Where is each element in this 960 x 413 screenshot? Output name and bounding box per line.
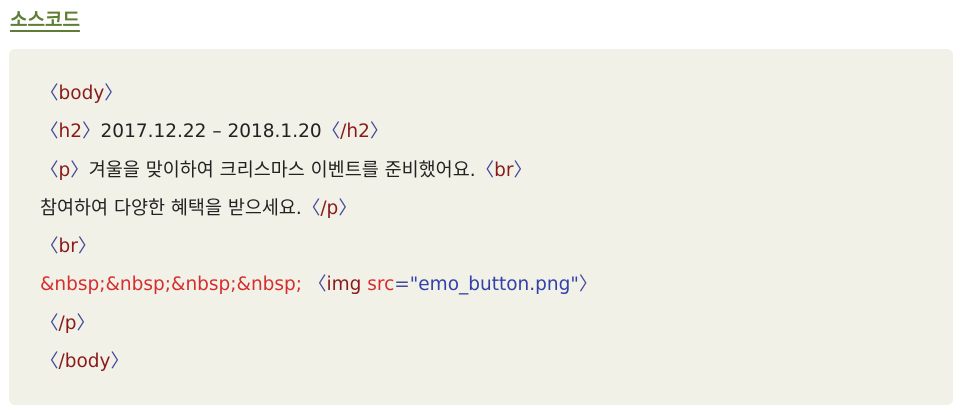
angle-open: 〈 xyxy=(40,159,59,181)
code-text: 겨울을 맞이하여 크리스마스 이벤트를 준비했어요. xyxy=(88,159,476,181)
angle-open: 〈 xyxy=(40,351,59,373)
tag-name: p xyxy=(58,159,71,181)
section-heading: 소스코드 xyxy=(10,9,80,31)
tag-name: /p xyxy=(320,197,339,219)
tag-name: br xyxy=(494,159,514,181)
code-block: 〈body〉 〈h2〉2017.12.22 – 2018.1.20〈/h2〉 〈… xyxy=(9,49,953,405)
attribute-value: "emo_button.png" xyxy=(409,274,579,296)
code-line-6: &nbsp;&nbsp;&nbsp;&nbsp; 〈img src="emo_b… xyxy=(40,266,953,304)
angle-close: 〉 xyxy=(104,83,123,104)
attribute-name: src xyxy=(367,274,395,296)
code-line-3: 〈p〉겨울을 맞이하여 크리스마스 이벤트를 준비했어요.〈br〉 xyxy=(40,152,953,190)
code-line-1: 〈body〉 xyxy=(40,75,953,113)
tag-name: body xyxy=(58,83,105,104)
angle-close: 〉 xyxy=(82,121,101,143)
code-text: 참여하여 다양한 혜택을 받으세요. xyxy=(40,197,302,219)
code-line-2: 〈h2〉2017.12.22 – 2018.1.20〈/h2〉 xyxy=(40,113,953,151)
code-line-7: 〈/p〉 xyxy=(40,305,953,343)
code-line-8: 〈/body〉 xyxy=(40,343,953,381)
angle-close: 〉 xyxy=(76,312,96,334)
equals-sign: = xyxy=(394,274,410,296)
angle-open: 〈 xyxy=(301,197,321,219)
angle-close: 〉 xyxy=(110,351,130,373)
code-line-5: 〈br〉 xyxy=(40,228,953,266)
tag-name: br xyxy=(58,236,78,258)
angle-close: 〉 xyxy=(338,197,357,219)
tag-name: /p xyxy=(58,312,77,334)
angle-close: 〉 xyxy=(77,236,97,258)
tag-name: /h2 xyxy=(340,121,370,143)
tag-name: h2 xyxy=(58,121,83,143)
angle-open: 〈 xyxy=(40,236,59,258)
code-text: 2017.12.22 – 2018.1.20 xyxy=(100,121,322,143)
angle-close: 〉 xyxy=(369,121,389,143)
entity-text: &nbsp;&nbsp;&nbsp;&nbsp; xyxy=(40,274,303,296)
angle-open: 〈 xyxy=(40,121,59,143)
angle-open: 〈 xyxy=(307,274,327,296)
angle-close: 〉 xyxy=(513,159,532,181)
angle-open: 〈 xyxy=(321,121,341,143)
angle-open: 〈 xyxy=(40,83,59,104)
angle-close: 〉 xyxy=(578,274,598,296)
code-line-4: 참여하여 다양한 혜택을 받으세요.〈/p〉 xyxy=(40,190,953,228)
tag-name: img xyxy=(326,274,362,296)
angle-open: 〈 xyxy=(475,159,495,181)
tag-name: /body xyxy=(58,351,111,373)
angle-close: 〉 xyxy=(70,159,89,181)
angle-open: 〈 xyxy=(40,312,59,334)
